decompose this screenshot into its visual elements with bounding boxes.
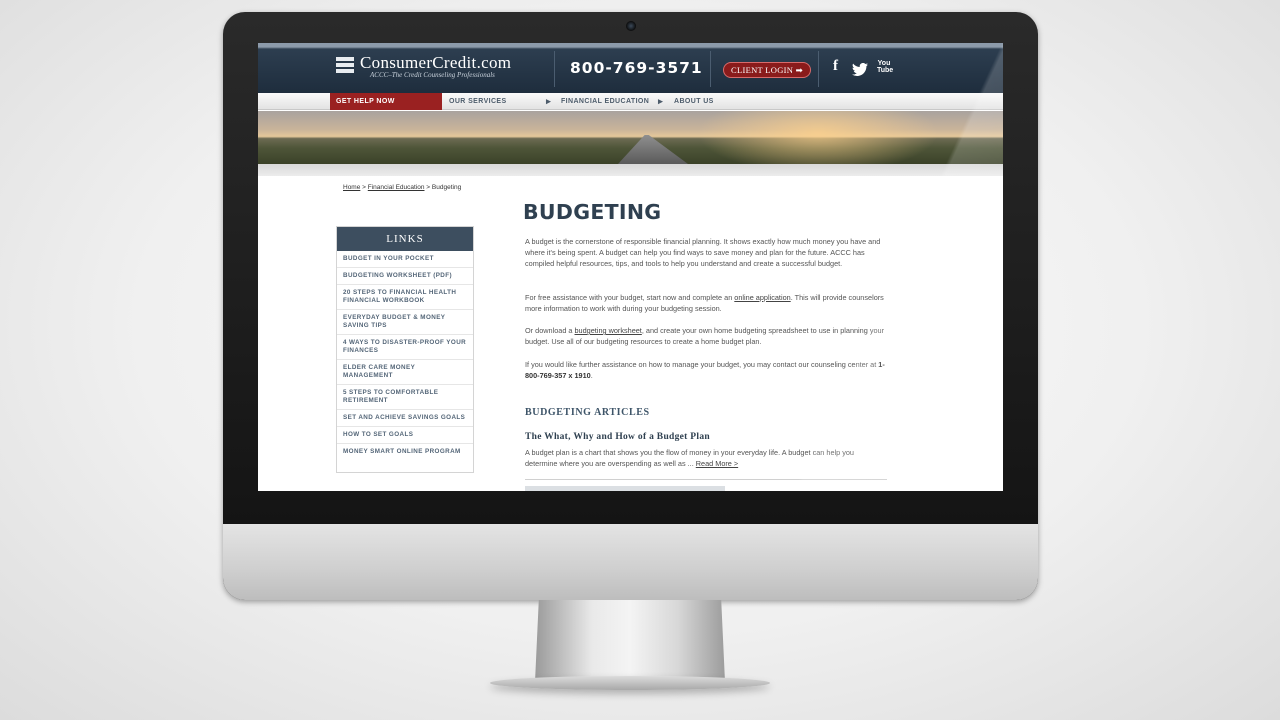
nav-label: FINANCIAL EDUCATION <box>561 98 650 105</box>
logo-tagline: ACCC–The Credit Counseling Professionals <box>370 71 495 79</box>
links-list: BUDGET IN YOUR POCKET BUDGETING WORKSHEE… <box>337 251 473 460</box>
logo[interactable]: ConsumerCredit.com ACCC–The Credit Couns… <box>336 53 512 79</box>
camera-icon <box>626 21 636 31</box>
text: Or download a <box>525 326 575 335</box>
text: For free assistance with your budget, st… <box>525 293 735 302</box>
sidebar-link[interactable]: 20 STEPS TO FINANCIAL HEALTH FINANCIAL W… <box>337 285 473 310</box>
sidebar-link[interactable]: BUDGETING WORKSHEET (PDF) <box>337 268 473 285</box>
next-article-title-cutoff <box>525 486 725 491</box>
sidebar-link[interactable]: BUDGET IN YOUR POCKET <box>337 251 473 268</box>
client-login-button[interactable]: CLIENT LOGIN ➡ <box>723 62 812 78</box>
online-application-link[interactable]: online application <box>734 293 790 302</box>
facebook-icon[interactable]: f <box>833 58 838 75</box>
article-summary: A budget plan is a chart that shows you … <box>525 447 887 469</box>
nav-label: GET HELP NOW <box>336 98 395 105</box>
assistance-paragraph: For free assistance with your budget, st… <box>525 292 887 314</box>
header-divider <box>710 51 711 87</box>
chevron-right-icon: ▸ <box>658 96 663 106</box>
text: . <box>590 371 593 380</box>
sidebar-link[interactable]: EVERYDAY BUDGET & MONEY SAVING TIPS <box>337 310 473 335</box>
nav-label: OUR SERVICES <box>449 98 507 105</box>
twitter-icon[interactable] <box>852 63 868 76</box>
sidebar-link[interactable]: HOW TO SET GOALS <box>337 427 473 444</box>
road-image <box>618 135 688 164</box>
logo-mark-icon <box>336 55 356 77</box>
monitor-foot <box>490 676 770 690</box>
worksheet-paragraph: Or download a budgeting worksheet, and c… <box>525 325 887 347</box>
page-title: BUDGETING <box>523 200 662 224</box>
read-more-link[interactable]: Read More > <box>696 459 738 468</box>
text: If you would like further assistance on … <box>525 360 879 369</box>
nav-get-help-now[interactable]: GET HELP NOW <box>330 93 442 110</box>
articles-heading: BUDGETING ARTICLES <box>525 407 650 418</box>
sidebar-link[interactable]: SET AND ACHIEVE SAVINGS GOALS <box>337 410 473 427</box>
sidebar-link[interactable]: 5 STEPS TO COMFORTABLE RETIREMENT <box>337 385 473 410</box>
screen: ConsumerCredit.com ACCC–The Credit Couns… <box>258 43 1003 491</box>
breadcrumb: Home > Financial Education > Budgeting <box>343 184 461 191</box>
nav-label: ABOUT US <box>674 98 714 105</box>
breadcrumb-current: Budgeting <box>431 184 462 191</box>
links-title: LINKS <box>337 227 473 251</box>
budgeting-worksheet-link[interactable]: budgeting worksheet <box>575 326 642 335</box>
breadcrumb-separator: > <box>360 184 368 191</box>
chevron-right-icon: ▸ <box>546 96 551 106</box>
nav-about-us[interactable]: ABOUT US <box>668 93 780 110</box>
sidebar-link[interactable]: MONEY SMART ONLINE PROGRAM <box>337 444 473 460</box>
sidebar-link[interactable]: ELDER CARE MONEY MANAGEMENT <box>337 360 473 385</box>
breadcrumb-home-link[interactable]: Home <box>343 184 360 191</box>
main-nav: GET HELP NOW OUR SERVICES ▸ FINANCIAL ED… <box>258 93 1003 110</box>
intro-paragraph: A budget is the cornerstone of responsib… <box>525 237 881 268</box>
site-header: ConsumerCredit.com ACCC–The Credit Couns… <box>258 43 1003 93</box>
links-sidebar: LINKS BUDGET IN YOUR POCKET BUDGETING WO… <box>336 226 474 473</box>
monitor-chin <box>223 524 1038 600</box>
logo-text: ConsumerCredit.com <box>360 53 512 72</box>
breadcrumb-separator: > <box>424 184 432 191</box>
text: A budget plan is a chart that shows you … <box>525 448 854 468</box>
monitor-stand <box>535 600 725 682</box>
phone-number[interactable]: 800-769-3571 <box>570 59 703 77</box>
sidebar-link[interactable]: 4 WAYS TO DISASTER-PROOF YOUR FINANCES <box>337 335 473 360</box>
contact-paragraph: If you would like further assistance on … <box>525 359 887 381</box>
article-title[interactable]: The What, Why and How of a Budget Plan <box>525 432 710 442</box>
banner-shadow <box>258 164 1003 176</box>
youtube-icon[interactable]: You Tube <box>877 60 893 74</box>
nav-financial-education[interactable]: FINANCIAL EDUCATION ▸ <box>555 93 667 110</box>
header-divider <box>554 51 555 87</box>
article-divider <box>525 479 887 480</box>
breadcrumb-financial-education-link[interactable]: Financial Education <box>368 184 425 191</box>
hero-banner-image <box>258 111 1003 164</box>
header-divider <box>818 51 819 87</box>
nav-our-services[interactable]: OUR SERVICES ▸ <box>443 93 555 110</box>
